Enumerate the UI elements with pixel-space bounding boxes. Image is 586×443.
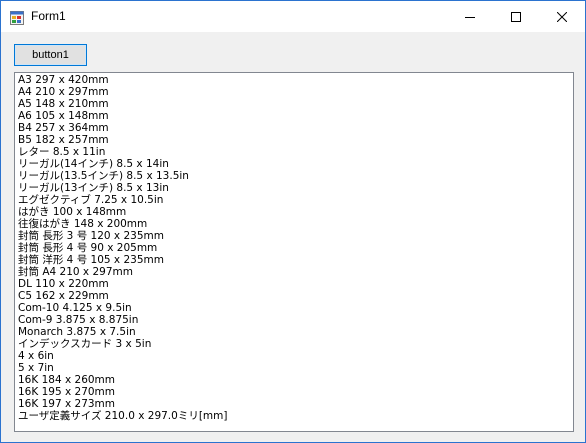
list-item[interactable]: 16K 184 x 260mm xyxy=(18,374,573,386)
paper-size-list: A3 297 x 420mm A4 210 x 297mm A5 148 x 210… xyxy=(15,73,573,422)
list-item[interactable]: A4 210 x 297mm xyxy=(18,86,573,98)
list-item[interactable]: 5 x 7in xyxy=(18,362,573,374)
list-item[interactable]: B4 257 x 364mm xyxy=(18,122,573,134)
maximize-icon xyxy=(511,11,521,22)
list-item[interactable]: リーガル(14インチ) 8.5 x 14in xyxy=(18,158,573,170)
button1[interactable]: button1 xyxy=(14,44,87,66)
list-item[interactable]: リーガル(13.5インチ) 8.5 x 13.5in xyxy=(18,170,573,182)
list-item[interactable]: Com-9 3.875 x 8.875in xyxy=(18,314,573,326)
list-item[interactable]: ユーザ定義サイズ 210.0 x 297.0ミリ[mm] xyxy=(18,410,573,422)
list-item[interactable]: A3 297 x 420mm xyxy=(18,74,573,86)
title-bar[interactable]: Form1 xyxy=(1,1,585,32)
window-title: Form1 xyxy=(31,9,66,23)
close-icon xyxy=(557,11,567,22)
list-item[interactable]: 往復はがき 148 x 200mm xyxy=(18,218,573,230)
list-item[interactable]: 16K 195 x 270mm xyxy=(18,386,573,398)
minimize-button[interactable] xyxy=(447,1,493,32)
list-item[interactable]: 封筒 A4 210 x 297mm xyxy=(18,266,573,278)
app-icon[interactable] xyxy=(10,10,24,25)
form1-window: Form1 button1 A3 297 x 420mm A4 210 x 297… xyxy=(0,0,586,443)
list-item[interactable]: A5 148 x 210mm xyxy=(18,98,573,110)
list-item[interactable]: 封筒 長形 4 号 90 x 205mm xyxy=(18,242,573,254)
list-item[interactable]: 16K 197 x 273mm xyxy=(18,398,573,410)
maximize-button[interactable] xyxy=(493,1,539,32)
list-item[interactable]: エグゼクティブ 7.25 x 10.5in xyxy=(18,194,573,206)
list-item[interactable]: B5 182 x 257mm xyxy=(18,134,573,146)
list-item[interactable]: 封筒 洋形 4 号 105 x 235mm xyxy=(18,254,573,266)
close-button[interactable] xyxy=(539,1,585,32)
list-item[interactable]: 封筒 長形 3 号 120 x 235mm xyxy=(18,230,573,242)
list-item[interactable]: Com-10 4.125 x 9.5in xyxy=(18,302,573,314)
list-item[interactable]: A6 105 x 148mm xyxy=(18,110,573,122)
list-item[interactable]: DL 110 x 220mm xyxy=(18,278,573,290)
list-item[interactable]: レター 8.5 x 11in xyxy=(18,146,573,158)
minimize-icon xyxy=(465,16,475,18)
list-item[interactable]: リーガル(13インチ) 8.5 x 13in xyxy=(18,182,573,194)
list-item[interactable]: インデックスカード 3 x 5in xyxy=(18,338,573,350)
paper-size-listbox[interactable]: A3 297 x 420mm A4 210 x 297mm A5 148 x 210… xyxy=(14,72,574,432)
list-item[interactable]: はがき 100 x 148mm xyxy=(18,206,573,218)
list-item[interactable]: 4 x 6in xyxy=(18,350,573,362)
list-item[interactable]: C5 162 x 229mm xyxy=(18,290,573,302)
list-item[interactable]: Monarch 3.875 x 7.5in xyxy=(18,326,573,338)
